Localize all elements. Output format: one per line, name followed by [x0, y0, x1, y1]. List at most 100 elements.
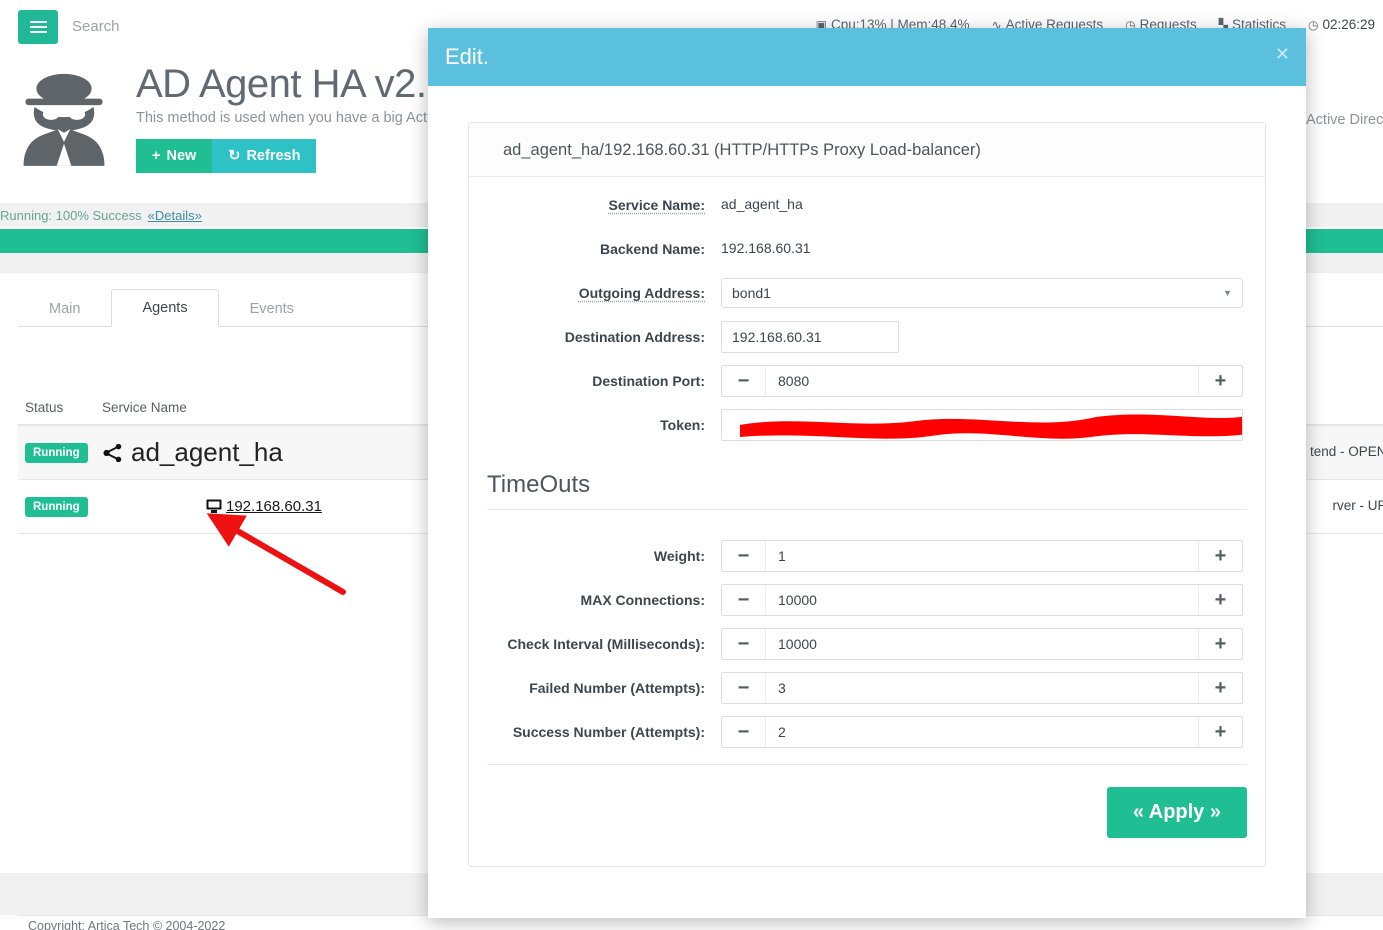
check-interval-stepper[interactable]: − 10000 +: [721, 628, 1243, 660]
check-interval-value[interactable]: 10000: [766, 629, 1198, 659]
row-tail-server-state: rver - UP): [1333, 498, 1383, 513]
plus-icon[interactable]: +: [1198, 717, 1242, 747]
value-backend-name: 192.168.60.31: [721, 240, 811, 256]
field-token: Token:: [469, 409, 1243, 441]
spy-mask-icon: [18, 68, 110, 168]
field-weight: Weight: − 1 +: [469, 540, 1243, 572]
failed-number-stepper[interactable]: − 3 +: [721, 672, 1243, 704]
field-success-number: Success Number (Attempts): − 2 +: [469, 716, 1243, 748]
plus-icon[interactable]: +: [1198, 541, 1242, 571]
modal-title: Edit.: [445, 44, 489, 70]
monitor-icon: [206, 499, 222, 514]
success-number-value[interactable]: 2: [766, 717, 1198, 747]
label-destination-port: Destination Port:: [469, 373, 721, 389]
label-weight: Weight:: [469, 548, 721, 564]
plus-icon: +: [152, 148, 160, 164]
field-max-connections: MAX Connections: − 10000 +: [469, 584, 1243, 616]
hamburger-icon: [30, 26, 47, 28]
edit-panel: ad_agent_ha/192.168.60.31 (HTTP/HTTPs Pr…: [468, 122, 1266, 867]
success-number-stepper[interactable]: − 2 +: [721, 716, 1243, 748]
field-failed-number: Failed Number (Attempts): − 3 +: [469, 672, 1243, 704]
tab-events[interactable]: Events: [219, 290, 325, 327]
minus-icon[interactable]: −: [722, 585, 766, 615]
minus-icon[interactable]: −: [722, 366, 766, 396]
failed-number-value[interactable]: 3: [766, 673, 1198, 703]
field-outgoing-address: Outgoing Address: bond1 ▼: [469, 277, 1243, 309]
value-service-name: ad_agent_ha: [721, 196, 803, 212]
agent-address-link[interactable]: 192.168.60.31: [206, 498, 322, 515]
field-service-name: Service Name: ad_agent_ha: [469, 189, 1243, 221]
label-max-connections: MAX Connections:: [469, 592, 721, 608]
modal-body: ad_agent_ha/192.168.60.31 (HTTP/HTTPs Pr…: [428, 86, 1306, 867]
section-divider: [487, 509, 1247, 510]
clock-icon: ◷: [1308, 19, 1318, 31]
apply-button[interactable]: « Apply »: [1107, 787, 1247, 838]
page-title: AD Agent HA v2.8: [136, 62, 448, 107]
outgoing-address-select[interactable]: bond1 ▼: [721, 278, 1243, 308]
page-subtitle-overflow: Active Direct: [1306, 112, 1383, 128]
cell-status: Running: [18, 497, 102, 517]
new-button-label: New: [166, 148, 196, 164]
field-check-interval: Check Interval (Milliseconds): − 10000 +: [469, 628, 1243, 660]
cell-status: Running: [18, 443, 102, 463]
page-subtitle: This method is used when you have a big …: [136, 110, 476, 126]
status-badge: Running: [25, 443, 88, 463]
minus-icon[interactable]: −: [722, 673, 766, 703]
row-tail-frontend-state: tend - OPEN): [1310, 444, 1383, 459]
status-text: Running: 100% Success: [0, 208, 142, 223]
label-backend-name: Backend Name:: [469, 241, 721, 257]
weight-value[interactable]: 1: [766, 541, 1198, 571]
max-connections-value[interactable]: 10000: [766, 585, 1198, 615]
refresh-icon: ↻: [228, 148, 240, 164]
page-action-buttons: + New ↻ Refresh: [136, 139, 316, 173]
plus-icon[interactable]: +: [1198, 673, 1242, 703]
hamburger-menu-button[interactable]: [18, 10, 58, 44]
minus-icon[interactable]: −: [722, 541, 766, 571]
weight-stepper[interactable]: − 1 +: [721, 540, 1243, 572]
agent-address-label: 192.168.60.31: [226, 498, 322, 515]
tab-agents[interactable]: Agents: [111, 289, 218, 327]
plus-icon[interactable]: +: [1198, 585, 1242, 615]
destination-port-stepper[interactable]: − 8080 +: [721, 365, 1243, 397]
nav-clock: ◷ 02:26:29: [1308, 17, 1375, 32]
modal-header: Edit. ✕: [428, 28, 1306, 86]
label-success-number: Success Number (Attempts):: [469, 724, 721, 740]
plus-icon[interactable]: +: [1198, 629, 1242, 659]
copyright-text: Copyright: Artica Tech © 2004-2022: [28, 919, 225, 930]
refresh-button[interactable]: ↻ Refresh: [212, 139, 316, 173]
destination-address-input[interactable]: [721, 321, 899, 353]
details-link[interactable]: «Details»: [148, 208, 202, 223]
refresh-button-label: Refresh: [246, 148, 300, 164]
timeouts-form: Weight: − 1 + MAX Connections: −: [469, 528, 1265, 748]
token-input[interactable]: [721, 409, 1243, 441]
search-input[interactable]: Search: [72, 18, 120, 35]
plus-icon[interactable]: +: [1198, 366, 1242, 396]
field-destination-address: Destination Address:: [469, 321, 1243, 353]
minus-icon[interactable]: −: [722, 717, 766, 747]
minus-icon[interactable]: −: [722, 629, 766, 659]
edit-form: Service Name: ad_agent_ha Backend Name: …: [469, 177, 1265, 441]
label-failed-number: Failed Number (Attempts):: [469, 680, 721, 696]
field-backend-name: Backend Name: 192.168.60.31: [469, 233, 1243, 265]
clock-value: 02:26:29: [1322, 17, 1375, 32]
label-destination-address: Destination Address:: [469, 329, 721, 345]
outgoing-address-value: bond1: [732, 285, 771, 301]
field-destination-port: Destination Port: − 8080 +: [469, 365, 1243, 397]
close-icon[interactable]: ✕: [1275, 45, 1290, 63]
label-check-interval: Check Interval (Milliseconds):: [469, 636, 721, 652]
modal-footer: « Apply »: [469, 765, 1265, 838]
max-connections-stepper[interactable]: − 10000 +: [721, 584, 1243, 616]
service-name-label: ad_agent_ha: [131, 437, 283, 468]
label-service-name: Service Name:: [469, 197, 721, 213]
panel-title: ad_agent_ha/192.168.60.31 (HTTP/HTTPs Pr…: [469, 123, 1265, 177]
destination-port-value[interactable]: 8080: [766, 366, 1198, 396]
status-badge: Running: [25, 497, 88, 517]
section-title-timeouts: TimeOuts: [469, 453, 1265, 509]
tab-main[interactable]: Main: [18, 290, 111, 327]
chevron-down-icon: ▼: [1223, 288, 1232, 298]
edit-modal: Edit. ✕ ad_agent_ha/192.168.60.31 (HTTP/…: [428, 28, 1306, 918]
redaction-overlay: [736, 409, 1243, 441]
label-token: Token:: [469, 417, 721, 433]
share-nodes-icon: [102, 442, 124, 464]
new-button[interactable]: + New: [136, 139, 212, 173]
